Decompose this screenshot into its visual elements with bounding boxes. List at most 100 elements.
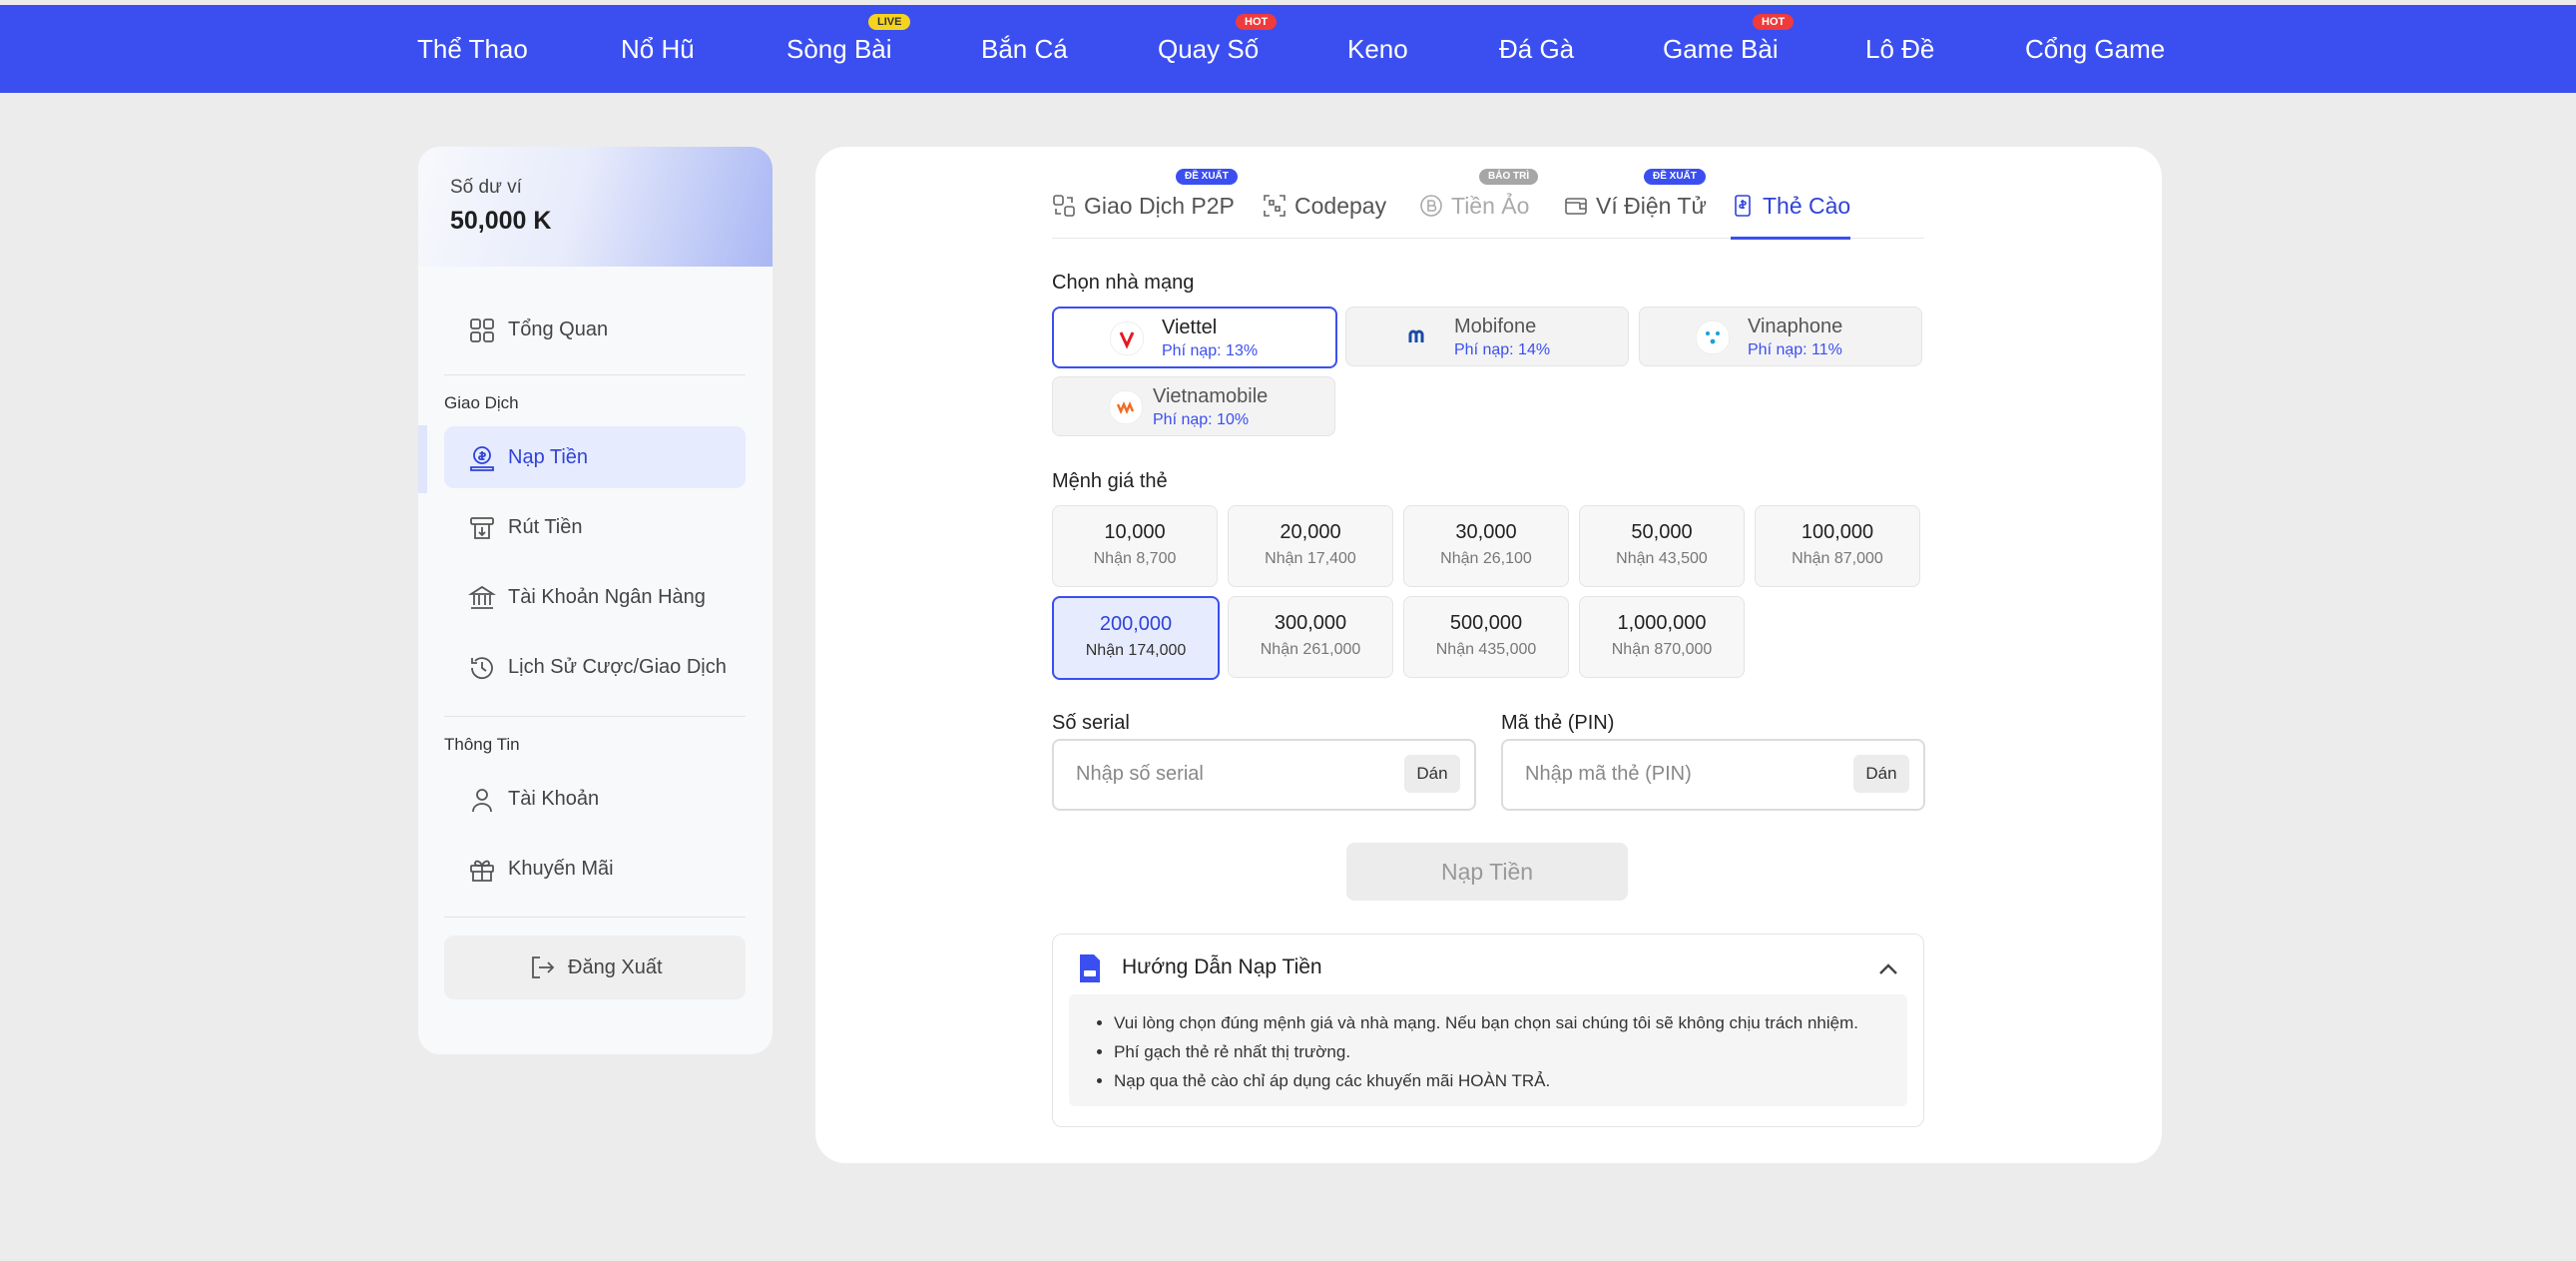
- carrier-fee: Phí nạp: 13%: [1162, 342, 1259, 359]
- top-nav: Thể Thao Nổ Hũ Sòng Bài LIVE Bắn Cá Quay …: [0, 5, 2576, 93]
- section-title-info: Thông Tin: [444, 735, 520, 754]
- bitcoin-icon: [1420, 195, 1442, 217]
- denom-option[interactable]: 20,000 Nhận 17,400: [1228, 505, 1393, 587]
- tab-p2p[interactable]: Giao Dịch P2P ĐỀ XUẤT: [1052, 169, 1238, 235]
- denom-option[interactable]: 10,000 Nhận 8,700: [1052, 505, 1218, 587]
- wallet-label: Số dư ví: [450, 177, 522, 198]
- sidebar-item-overview[interactable]: Tổng Quan: [444, 299, 746, 360]
- nav-item-quay-so[interactable]: Quay Số HOT: [1158, 5, 1278, 93]
- nav-item-cong-game[interactable]: Cổng Game: [2025, 5, 2165, 93]
- coin-deposit-icon: [470, 446, 494, 471]
- guide-list: Vui lòng chọn đúng mệnh giá và nhà mạng.…: [1069, 994, 1907, 1095]
- guide-title: Hướng Dẫn Nạp Tiền: [1122, 955, 1322, 978]
- p2p-icon: [1053, 195, 1075, 217]
- pin-field: Dán: [1501, 739, 1925, 811]
- gift-icon: [470, 860, 494, 882]
- payment-tabs: Giao Dịch P2P ĐỀ XUẤT Codepay Tiền Ảo BẢ…: [1052, 147, 1924, 240]
- serial-field: Dán: [1052, 739, 1476, 811]
- sim-card-icon: [1080, 954, 1100, 982]
- withdraw-icon: [470, 517, 494, 539]
- wallet-icon: [1565, 198, 1587, 215]
- denom-option[interactable]: 100,000 Nhận 87,000: [1755, 505, 1920, 587]
- carrier-name: Viettel: [1162, 316, 1218, 338]
- carrier-name: Mobifone: [1454, 315, 1537, 337]
- carrier-viettel[interactable]: Viettel Phí nạp: 13%: [1052, 307, 1337, 368]
- denom-option[interactable]: 300,000 Nhận 261,000: [1228, 596, 1393, 678]
- recommended-badge: ĐỀ XUẤT: [1176, 169, 1238, 185]
- nav-item-keno[interactable]: Keno: [1347, 5, 1408, 93]
- chevron-up-icon[interactable]: [1877, 958, 1899, 980]
- sidebar-item-label: Khuyến Mãi: [508, 858, 614, 880]
- vietnamobile-logo: [1109, 390, 1143, 424]
- hot-badge: HOT: [1753, 14, 1795, 30]
- section-title-transactions: Giao Dịch: [444, 393, 519, 412]
- carrier-mobifone[interactable]: Mobifone Phí nạp: 14%: [1345, 307, 1629, 366]
- serial-input[interactable]: [1074, 741, 1377, 807]
- nav-item-game-bai[interactable]: Game Bài HOT: [1663, 5, 1795, 93]
- deposit-panel: Giao Dịch P2P ĐỀ XUẤT Codepay Tiền Ảo BẢ…: [815, 147, 2162, 1163]
- carrier-fee: Phí nạp: 11%: [1748, 341, 1842, 358]
- nav-item-the-thao[interactable]: Thể Thao: [417, 5, 528, 93]
- denom-option-selected[interactable]: 200,000 Nhận 174,000: [1052, 596, 1220, 680]
- wallet-balance: 50,000 K: [450, 207, 552, 235]
- nav-item-song-bai[interactable]: Sòng Bài LIVE: [786, 5, 911, 93]
- denom-option[interactable]: 1,000,000 Nhận 870,000: [1579, 596, 1745, 678]
- deposit-submit-button[interactable]: Nạp Tiền: [1346, 843, 1628, 901]
- sidebar-item-label: Nạp Tiền: [508, 446, 589, 468]
- live-badge: LIVE: [868, 14, 911, 30]
- tab-e-wallet[interactable]: Ví Điện Tử ĐỀ XUẤT: [1564, 169, 1707, 235]
- carrier-section-label: Chọn nhà mạng: [1052, 272, 1195, 294]
- logout-icon: [532, 956, 555, 978]
- sidebar-item-account[interactable]: Tài Khoản: [444, 768, 746, 830]
- divider: [444, 716, 746, 717]
- sidebar-item-label: Tài Khoản Ngân Hàng: [508, 586, 706, 608]
- nav-item-ban-ca[interactable]: Bắn Cá: [981, 5, 1068, 93]
- nav-item-da-ga[interactable]: Đá Gà: [1499, 5, 1574, 93]
- pin-label: Mã thẻ (PIN): [1501, 712, 1615, 734]
- sidebar-item-label: Tài Khoản: [508, 788, 600, 810]
- tab-codepay[interactable]: Codepay: [1263, 193, 1386, 235]
- sidebar-item-withdraw[interactable]: Rút Tiền: [444, 496, 746, 558]
- logout-button[interactable]: Đăng Xuất: [444, 936, 746, 999]
- recommended-badge: ĐỀ XUẤT: [1644, 169, 1706, 185]
- user-icon: [472, 789, 492, 813]
- maintenance-badge: BẢO TRÌ: [1479, 169, 1539, 185]
- sidebar-item-promotions[interactable]: Khuyến Mãi: [444, 838, 746, 900]
- carrier-vietnamobile[interactable]: Vietnamobile Phí nạp: 10%: [1052, 376, 1335, 436]
- grid-icon: [470, 318, 494, 342]
- mobifone-logo: [1402, 320, 1434, 352]
- tab-crypto[interactable]: Tiền Ảo BẢO TRÌ: [1419, 169, 1539, 235]
- carrier-name: Vietnamobile: [1153, 385, 1269, 407]
- qr-scan-icon: [1264, 195, 1286, 217]
- tab-scratch-card[interactable]: Thẻ Cào: [1731, 193, 1851, 240]
- logout-label: Đăng Xuất: [568, 956, 663, 978]
- denom-option[interactable]: 500,000 Nhận 435,000: [1403, 596, 1569, 678]
- nav-item-lo-de[interactable]: Lô Đề: [1865, 5, 1934, 93]
- bank-icon: [468, 585, 496, 609]
- paste-serial-button[interactable]: Dán: [1404, 755, 1460, 793]
- sidebar-item-history[interactable]: Lịch Sử Cược/Giao Dịch: [444, 636, 746, 698]
- denom-option[interactable]: 50,000 Nhận 43,500: [1579, 505, 1745, 587]
- carrier-vinaphone[interactable]: Vinaphone Phí nạp: 11%: [1639, 307, 1922, 366]
- pin-input[interactable]: [1523, 741, 1826, 807]
- wallet-card: Số dư ví 50,000 K: [418, 147, 773, 267]
- divider: [444, 917, 746, 918]
- guide-body: Vui lòng chọn đúng mệnh giá và nhà mạng.…: [1069, 994, 1907, 1106]
- sidebar-item-bank-account[interactable]: Tài Khoản Ngân Hàng: [444, 566, 746, 628]
- sidebar-item-label: Tổng Quan: [508, 318, 609, 340]
- vinaphone-logo: [1696, 320, 1730, 354]
- carrier-name: Vinaphone: [1748, 315, 1843, 337]
- divider: [444, 374, 746, 375]
- history-icon: [471, 657, 493, 680]
- denom-section-label: Mệnh giá thẻ: [1052, 470, 1168, 492]
- sidebar-item-label: Rút Tiền: [508, 516, 583, 538]
- deposit-guide: Hướng Dẫn Nạp Tiền Vui lòng chọn đúng mệ…: [1052, 934, 1924, 1127]
- nav-item-no-hu[interactable]: Nổ Hũ: [621, 5, 695, 93]
- account-sidebar: Số dư ví 50,000 K Tổng Quan Giao Dịch Nạ…: [418, 147, 773, 1054]
- sidebar-item-deposit[interactable]: Nạp Tiền: [444, 426, 746, 488]
- hot-badge: HOT: [1236, 14, 1278, 30]
- denom-option[interactable]: 30,000 Nhận 26,100: [1403, 505, 1569, 587]
- paste-pin-button[interactable]: Dán: [1853, 755, 1909, 793]
- guide-item: Vui lòng chọn đúng mệnh giá và nhà mạng.…: [1114, 1008, 1907, 1037]
- guide-item: Nạp qua thẻ cào chỉ áp dụng các khuyến m…: [1114, 1066, 1907, 1095]
